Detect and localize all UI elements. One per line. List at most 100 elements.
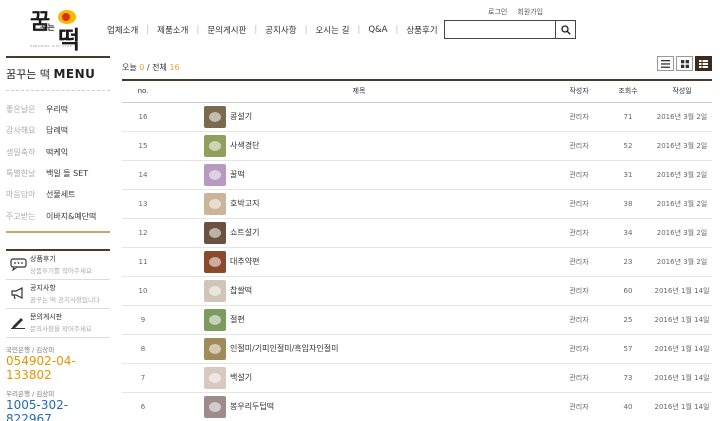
cell-no: 16 [138,112,148,121]
logo-subtitle: DREAMING RICE CAKE [30,44,73,48]
table-row[interactable]: 6 봉우리두텁떡 관리자 40 2016년 1월 14일 [122,392,712,421]
table-row[interactable]: 14 꿀떡 관리자 31 2016년 3월 2일 [122,160,712,189]
table-row[interactable]: 12 쇼트설기 관리자 34 2016년 3월 2일 [122,218,712,247]
header-author: 작성자 [569,87,589,96]
login-link[interactable]: 로그인 [488,7,507,17]
today-label: 오늘 [122,63,137,72]
cell-author: 관리자 [569,228,589,237]
category-item[interactable]: 좋은날은 우리떡 [6,99,110,120]
nav-item-company[interactable]: 업체소개 [107,24,138,36]
nav-item-reviews[interactable]: 상품후기 [406,24,437,36]
cell-no: 15 [138,141,148,150]
post-thumbnail[interactable] [204,395,226,418]
category-item[interactable]: 생일축하 떡케익 [6,142,110,163]
table-row[interactable]: 8 인절미/기피인절미/흑임자인절미 관리자 57 2016년 1월 14일 [122,334,712,363]
post-thumbnail[interactable] [204,192,226,215]
nav-item-qna[interactable]: Q&A [368,25,387,35]
post-title-link[interactable]: 찹쌀떡 [230,285,252,296]
cell-subject: 인절미/기피인절미/흑임자인절미 [164,334,554,363]
board-links: 상품후기 상품후기를 작어주세요 공지사항 꿈꾸는 떡 공지사항입니다 문의게시… [6,248,110,338]
count-separator: / [146,63,150,72]
table-row[interactable]: 13 호박고지 관리자 38 2016년 3월 2일 [122,189,712,218]
logo-text-3: 떡 [58,25,81,54]
category-tag: 마음담아 [6,190,36,200]
notice-link[interactable]: 공지사항 꿈꾸는 떡 공지사항입니다 [6,280,110,309]
search-button[interactable] [555,21,575,38]
category-list: 좋은날은 우리떡 감사해요 답례떡 생일축하 떡케익 특별한날 백일 돌 SET 마음담… [6,99,110,227]
post-title-link[interactable]: 절편 [230,314,245,325]
cell-no: 11 [138,257,148,266]
post-thumbnail[interactable] [204,308,226,331]
post-title-link[interactable]: 호박고지 [230,198,259,209]
inquiry-link[interactable]: 문의게시판 문의사항을 작어주세요 [6,309,110,338]
link-desc: 문의사항을 작어주세요 [30,325,92,334]
post-table: no. 제목 작성자 조회수 작성일 16 콩설기 관리자 71 2016년 3월 2일… [122,79,712,421]
logo-emblem-dot-icon [62,13,70,21]
utility-links: 로그인 회원가입 [488,7,543,17]
post-title-link[interactable]: 사색경단 [230,140,259,151]
header-no: no. [137,87,149,96]
table-row[interactable]: 11 대추약편 관리자 23 2016년 3월 2일 [122,247,712,276]
post-thumbnail[interactable] [204,250,226,273]
post-thumbnail[interactable] [204,337,226,360]
cell-author: 관리자 [569,199,589,208]
post-thumbnail[interactable] [204,279,226,302]
post-title-link[interactable]: 콩설기 [230,111,252,122]
search-box [444,20,576,39]
reviews-link[interactable]: 상품후기 상품후기를 작어주세요 [6,251,110,280]
cell-no: 9 [140,315,146,324]
category-name: 우리떡 [46,105,69,115]
table-row[interactable]: 16 콩설기 관리자 71 2016년 3월 2일 [122,102,712,131]
post-thumbnail[interactable] [204,366,226,389]
logo-text-2: 꾸는 [40,22,55,32]
cell-date: 2016년 1월 14일 [654,286,710,295]
cell-author: 관리자 [569,286,589,295]
thumb-list-view-icon [699,59,708,68]
post-title-link[interactable]: 꿀떡 [230,169,245,180]
post-thumbnail[interactable] [204,134,226,157]
nav-item-products[interactable]: 제품소개 [157,24,188,36]
header-subject: 제목 [352,87,366,96]
post-title-link[interactable]: 인절미/기피인절미/흑임자인절미 [230,343,338,354]
cell-author: 관리자 [569,373,589,382]
grid-view-button[interactable] [676,56,693,71]
category-tag: 좋은날은 [6,105,36,115]
post-title-link[interactable]: 백설기 [230,372,252,383]
post-thumbnail[interactable] [204,105,226,128]
table-row[interactable]: 9 절편 관리자 25 2016년 1월 14일 [122,305,712,334]
table-row[interactable]: 10 찹쌀떡 관리자 60 2016년 1월 14일 [122,276,712,305]
cell-no: 7 [140,373,146,382]
cell-views: 40 [623,402,633,411]
nav-item-directions[interactable]: 오시는 길 [315,24,349,36]
cell-views: 31 [623,170,633,179]
cell-date: 2016년 3월 2일 [656,228,708,237]
post-thumbnail[interactable] [204,221,226,244]
list-view-button[interactable] [657,56,674,71]
cell-author: 관리자 [569,112,589,121]
cell-author: 관리자 [569,170,589,179]
nav-item-inquiry[interactable]: 문의게시판 [207,24,246,36]
post-thumbnail[interactable] [204,163,226,186]
list-view-icon [661,59,670,68]
cell-date: 2016년 3월 2일 [656,112,708,121]
category-tag: 특별한날 [6,169,36,179]
nav-item-notice[interactable]: 공지사항 [265,24,296,36]
post-title-link[interactable]: 대추약편 [230,256,259,267]
nav-separator: | [196,25,200,35]
cell-subject: 호박고지 [164,189,554,218]
category-item[interactable]: 주고받는 이바지&예단떡 [6,205,110,226]
table-row[interactable]: 7 백설기 관리자 73 2016년 1월 14일 [122,363,712,392]
category-item[interactable]: 특별한날 백일 돌 SET [6,163,110,184]
sidebar-title-suffix: MENU [53,67,96,81]
post-title-link[interactable]: 봉우리두텁떡 [230,401,274,412]
cell-date: 2016년 3월 2일 [656,170,708,179]
sidebar-title-prefix: 꿈꾸는 떡 [6,68,50,81]
search-input[interactable] [445,21,555,38]
category-item[interactable]: 마음담아 선물세트 [6,184,110,205]
category-item[interactable]: 감사해요 답례떡 [6,120,110,141]
thumb-list-view-button[interactable] [695,56,712,71]
join-link[interactable]: 회원가입 [517,7,543,17]
table-row[interactable]: 15 사색경단 관리자 52 2016년 3월 2일 [122,131,712,160]
site-logo[interactable]: 꿈 꾸는 떡 DREAMING RICE CAKE [28,4,98,54]
post-title-link[interactable]: 쇼트설기 [230,227,259,238]
